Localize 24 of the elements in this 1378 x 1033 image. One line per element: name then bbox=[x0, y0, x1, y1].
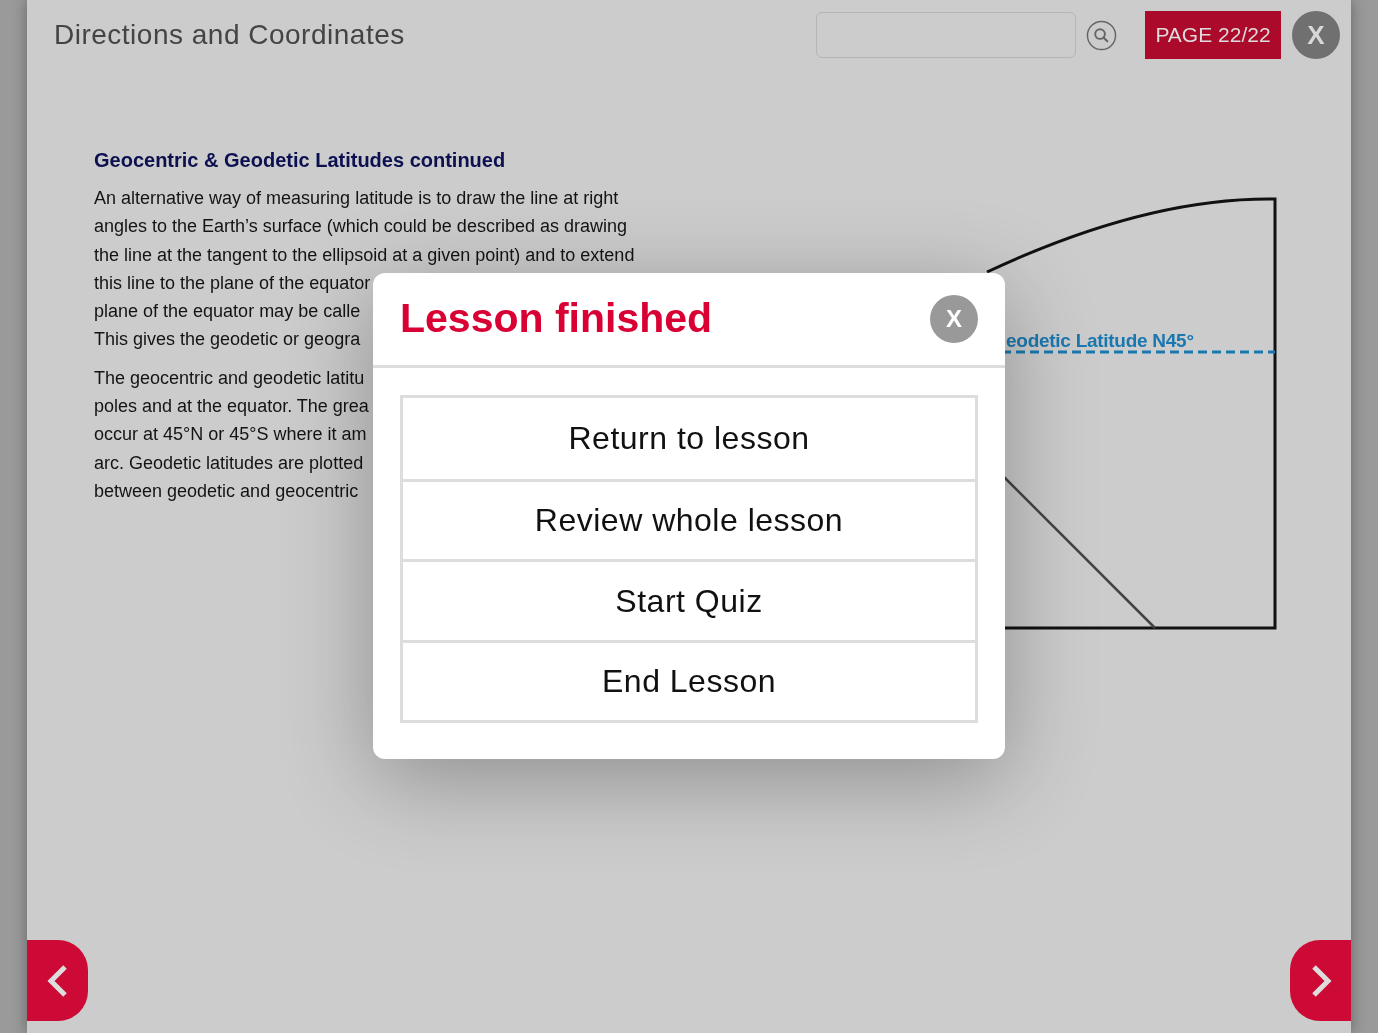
paragraph-line: poles and at the equator. The grea bbox=[94, 395, 369, 419]
paragraph-line: between geodetic and geocentric bbox=[94, 479, 359, 503]
previous-button[interactable] bbox=[27, 940, 88, 1021]
chevron-left-icon bbox=[45, 963, 70, 998]
paragraph-line: occur at 45°N or 45°S where it am bbox=[94, 423, 367, 447]
dialog-title: Lesson finished bbox=[400, 294, 713, 344]
dialog-option[interactable]: Review whole lesson bbox=[403, 478, 975, 559]
dialog-option[interactable]: Start Quiz bbox=[403, 559, 975, 640]
dialog-option[interactable]: End Lesson bbox=[403, 639, 975, 720]
paragraph-line: angles to the Earth’s surface (which could be described as drawing bbox=[94, 215, 627, 239]
section-heading: Geocentric & Geodetic Latitudes continued bbox=[94, 148, 507, 173]
paragraph-line: An alternative way of measuring latitude is to draw the line at right bbox=[94, 187, 619, 210]
paragraph-line: This gives the geodetic or geogra bbox=[94, 328, 361, 352]
paragraph-line: plane of the equator may be calle bbox=[94, 300, 361, 324]
paragraph-line: The geocentric and geodetic latitu bbox=[94, 366, 365, 390]
next-button[interactable] bbox=[1290, 940, 1351, 1021]
paragraph-line: the line at the tangent to the ellipsoid at a given point) and to extend bbox=[94, 243, 635, 267]
latitude-label: eodetic Latitude N45° bbox=[1006, 330, 1194, 351]
page-indicator: PAGE 22/22 bbox=[1145, 11, 1281, 59]
search-icon[interactable] bbox=[1086, 19, 1117, 51]
dialog-option[interactable]: Return to lesson bbox=[403, 398, 975, 479]
paragraph-line: arc. Geodetic latitudes are plotted bbox=[94, 451, 364, 475]
page-title: Directions and Coordinates bbox=[54, 18, 405, 52]
paragraph-line: this line to the plane of the equator bbox=[94, 271, 371, 295]
